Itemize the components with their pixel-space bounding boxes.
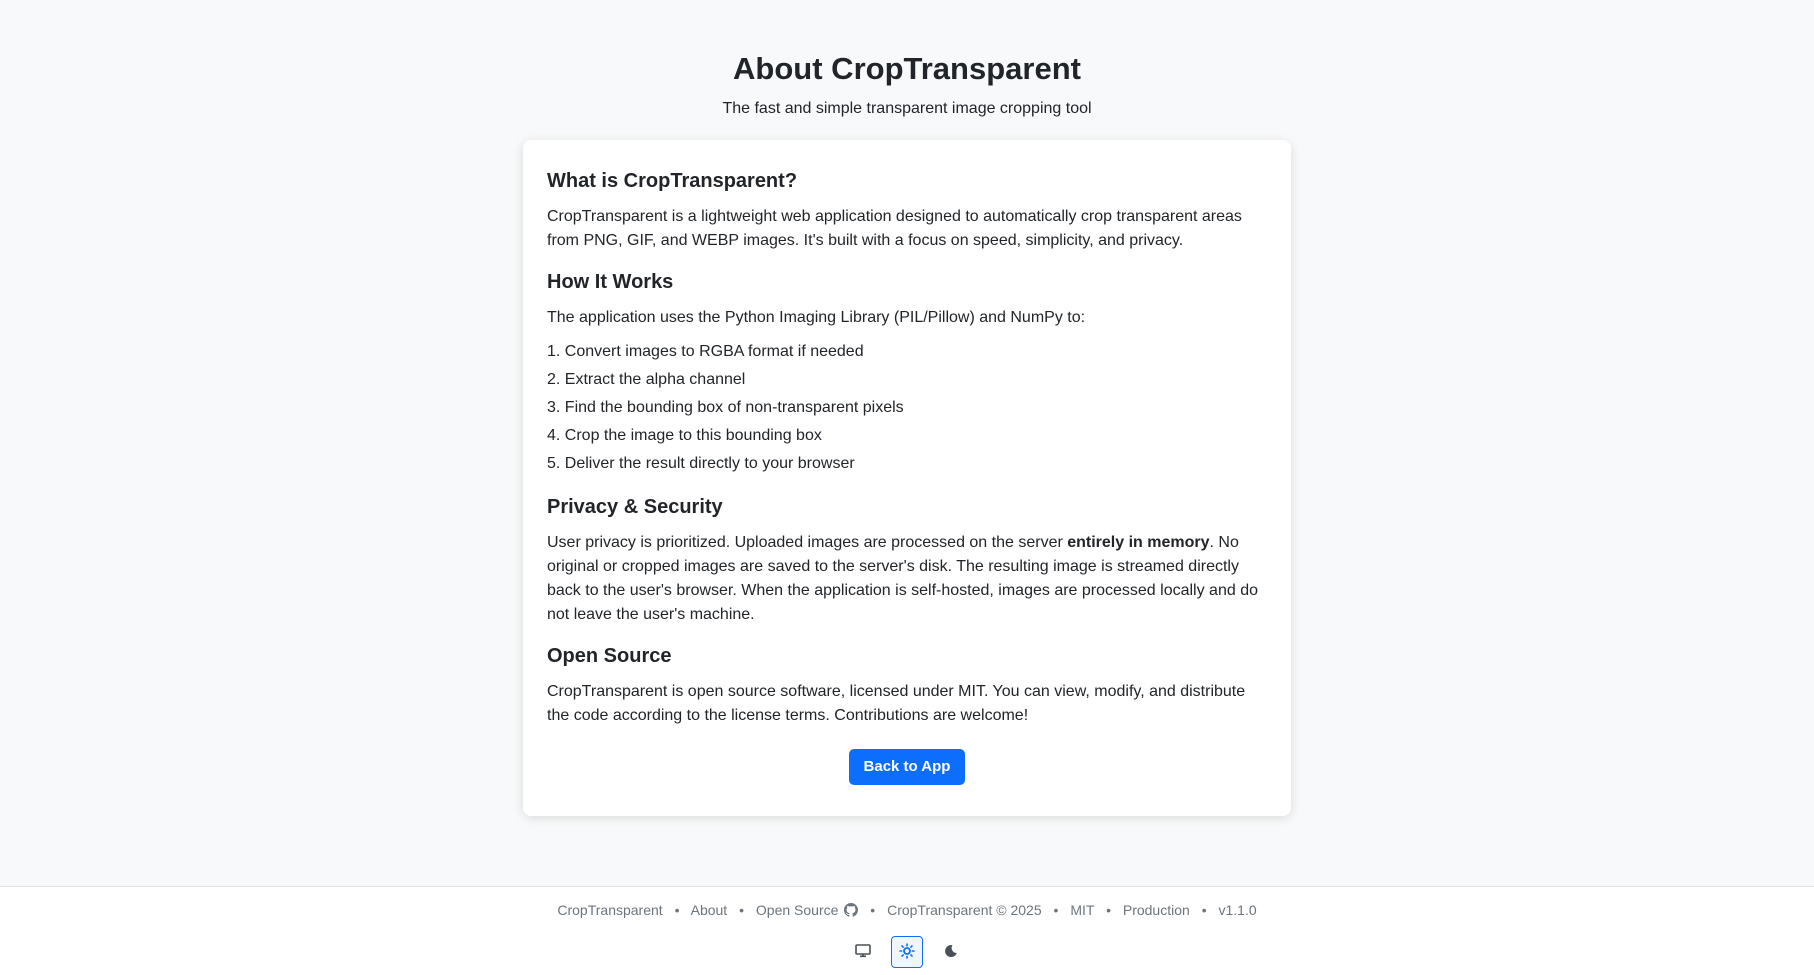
steps-list: 1. Convert images to RGBA format if need… <box>547 340 1267 476</box>
page-subtitle: The fast and simple transparent image cr… <box>722 100 1092 117</box>
github-icon <box>844 902 859 922</box>
moon-icon <box>943 943 959 962</box>
list-item: 4. Crop the image to this bounding box <box>547 427 822 444</box>
section-intro-how: The application uses the Python Imaging … <box>547 309 1086 326</box>
privacy-text-start: User privacy is prioritized. Uploaded im… <box>547 534 1068 551</box>
theme-switcher <box>0 936 1814 968</box>
list-item: 2. Extract the alpha channel <box>547 371 746 388</box>
section-heading-privacy: Privacy & Security <box>547 496 723 518</box>
privacy-text-emphasis: entirely in memory <box>1067 534 1210 551</box>
theme-system-button[interactable] <box>847 936 879 968</box>
footer-separator: • <box>870 902 876 918</box>
footer-link-about[interactable]: About <box>691 902 728 918</box>
section-text-what: CropTransparent is a lightweight web app… <box>547 208 1242 249</box>
footer-separator: • <box>1106 902 1111 918</box>
footer-copyright: CropTransparent © 2025 <box>887 902 1042 918</box>
section-text-privacy: User privacy is prioritized. Uploaded im… <box>547 531 1267 627</box>
monitor-icon <box>854 943 871 962</box>
section-heading-what: What is CropTransparent? <box>547 170 798 192</box>
section-heading-how: How It Works <box>547 271 674 293</box>
footer: CropTransparent • About • Open Source • … <box>0 886 1814 975</box>
button-row: Back to App <box>547 749 1267 785</box>
about-card: What is CropTransparent? CropTransparent… <box>523 140 1291 816</box>
footer-environment: Production <box>1122 902 1190 918</box>
section-heading-open-source: Open Source <box>547 645 672 667</box>
page-title: About CropTransparent <box>733 51 1081 86</box>
footer-separator: • <box>1201 902 1207 918</box>
section-text-open-source: CropTransparent is open source software,… <box>547 683 1246 724</box>
footer-separator: • <box>739 902 744 918</box>
theme-dark-button[interactable] <box>935 936 967 968</box>
list-item: 5. Deliver the result directly to your b… <box>547 455 855 472</box>
page-header: About CropTransparent The fast and simpl… <box>0 0 1814 121</box>
footer-version: v1.1.0 <box>1218 902 1257 918</box>
footer-link-license[interactable]: MIT <box>1070 902 1094 918</box>
back-to-app-button[interactable]: Back to App <box>848 749 966 785</box>
sun-icon <box>899 942 915 962</box>
footer-links: CropTransparent • About • Open Source • … <box>0 900 1814 922</box>
footer-link-app[interactable]: CropTransparent <box>557 902 662 918</box>
theme-light-button[interactable] <box>891 936 923 968</box>
footer-link-open-source-label: Open Source <box>755 902 839 918</box>
footer-link-open-source[interactable]: Open Source <box>756 902 859 918</box>
footer-separator: • <box>674 902 680 918</box>
list-item: 3. Find the bounding box of non-transpar… <box>547 399 904 416</box>
list-item: 1. Convert images to RGBA format if need… <box>547 343 864 360</box>
footer-separator: • <box>1053 902 1059 918</box>
